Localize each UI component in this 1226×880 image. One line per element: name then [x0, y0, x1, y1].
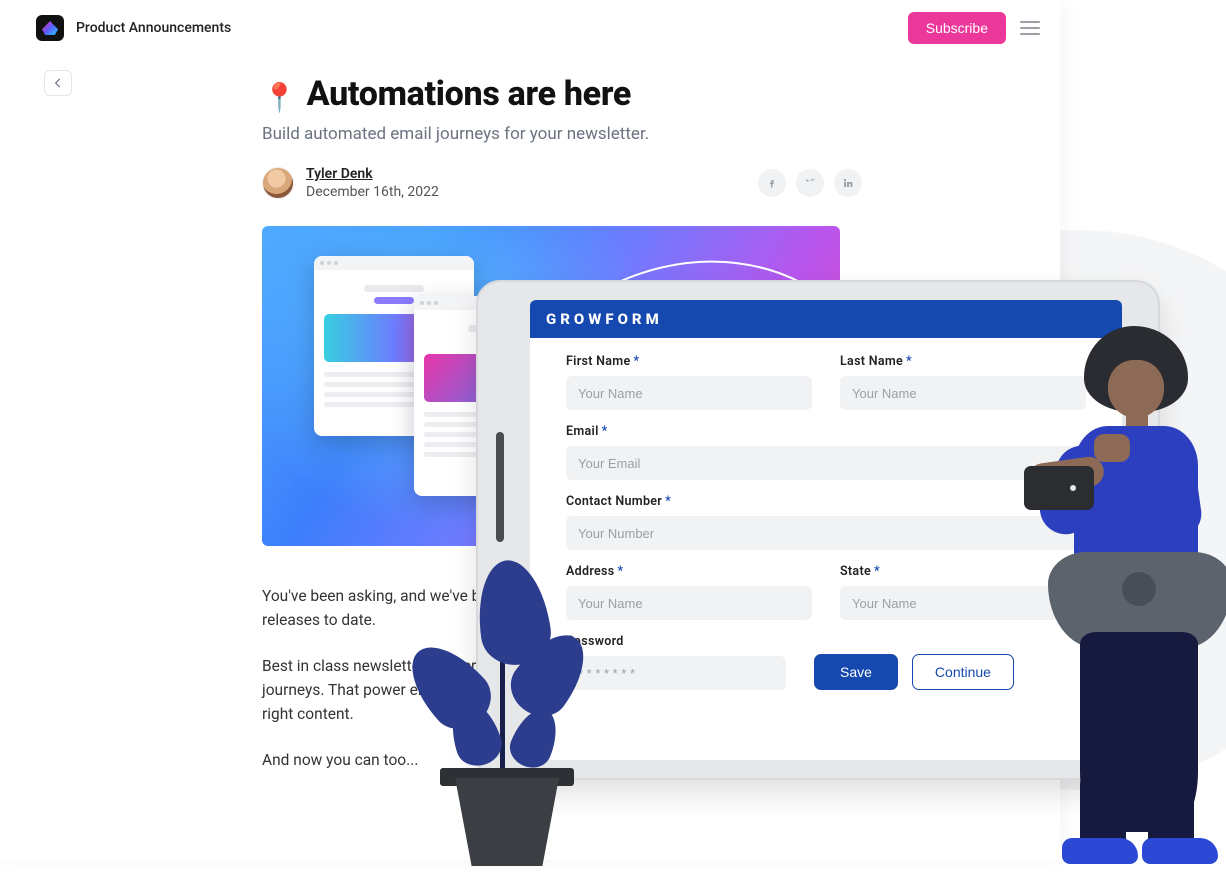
continue-button[interactable]: Continue: [912, 654, 1014, 690]
author-avatar: [262, 167, 294, 199]
tablet-frame: GROWFORM First Name* Last Name* Email*: [476, 280, 1160, 780]
last-name-label: Last Name*: [840, 354, 1086, 369]
menu-icon[interactable]: [1020, 21, 1040, 35]
fade-overlay: [0, 770, 1060, 860]
article-subtitle: Build automated email journeys for your …: [262, 124, 862, 144]
brand-icon: [36, 15, 64, 41]
first-name-label: First Name*: [566, 354, 812, 369]
address-input[interactable]: [566, 586, 812, 620]
brand-title: Product Announcements: [76, 20, 231, 36]
state-input[interactable]: [840, 586, 1086, 620]
contact-input[interactable]: [566, 516, 1086, 550]
author-name[interactable]: Tyler Denk: [306, 166, 439, 182]
first-name-input[interactable]: [566, 376, 812, 410]
facebook-icon[interactable]: [758, 169, 786, 197]
last-name-input[interactable]: [840, 376, 1086, 410]
twitter-icon[interactable]: [796, 169, 824, 197]
email-input[interactable]: [566, 446, 1086, 480]
signup-form: First Name* Last Name* Email* Contact Nu…: [530, 338, 1122, 724]
top-bar: Product Announcements Subscribe: [0, 0, 1060, 56]
address-label: Address*: [566, 564, 812, 579]
save-button[interactable]: Save: [814, 654, 898, 690]
state-label: State*: [840, 564, 1086, 579]
back-button[interactable]: [44, 70, 72, 96]
pin-icon: 📍: [262, 81, 297, 114]
publish-date: December 16th, 2022: [306, 184, 439, 200]
form-brand: GROWFORM: [530, 300, 1122, 338]
article-title: 📍Automations are here: [262, 74, 862, 114]
email-label: Email*: [566, 424, 1086, 439]
subscribe-button[interactable]: Subscribe: [908, 12, 1006, 44]
contact-label: Contact Number*: [566, 494, 1086, 509]
linkedin-icon[interactable]: [834, 169, 862, 197]
password-label: Password: [566, 634, 786, 649]
password-input[interactable]: [566, 656, 786, 690]
